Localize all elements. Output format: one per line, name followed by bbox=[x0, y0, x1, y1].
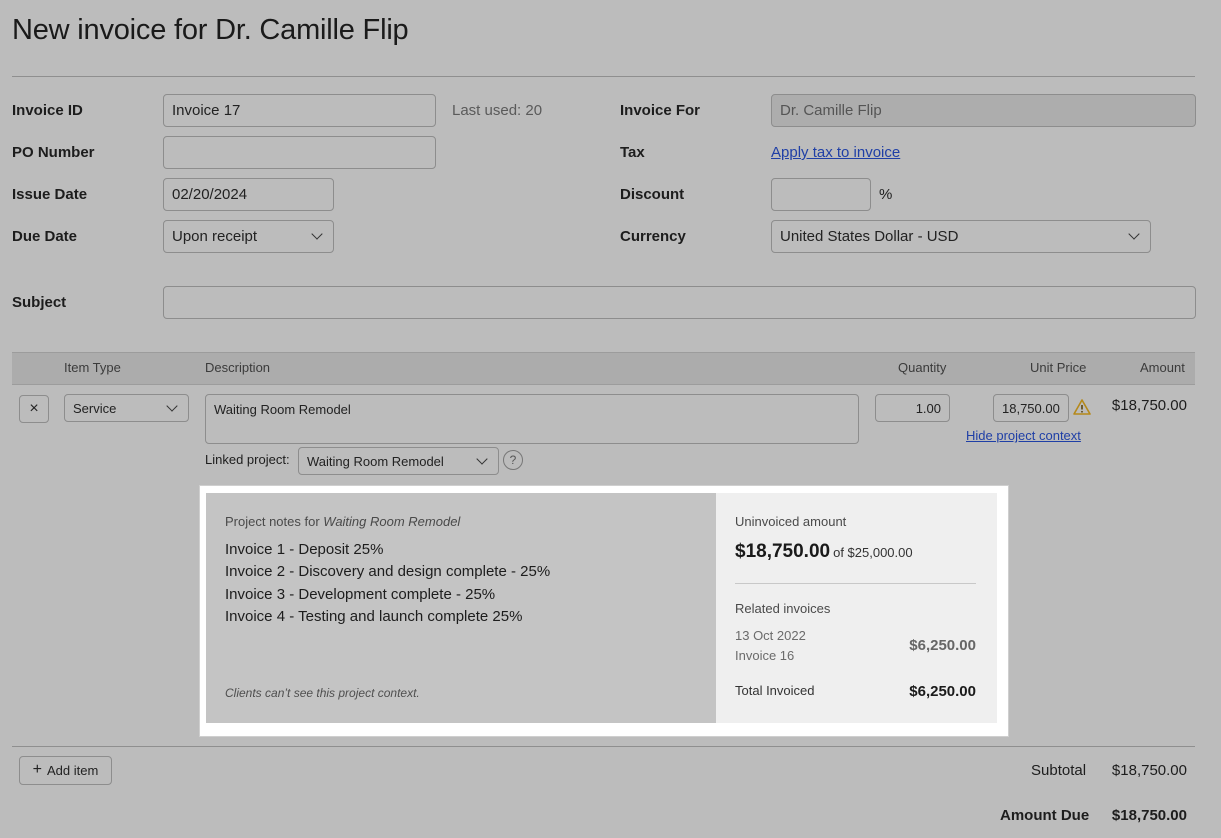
note-line: Invoice 4 - Testing and launch complete … bbox=[225, 608, 523, 625]
invoice-for-value: Dr. Camille Flip bbox=[780, 102, 882, 119]
description-value: Waiting Room Remodel bbox=[214, 402, 351, 417]
uninvoiced-value: $18,750.00 bbox=[735, 541, 831, 562]
header-item-type: Item Type bbox=[64, 360, 121, 375]
table-header bbox=[12, 352, 1195, 385]
description-input[interactable]: Waiting Room Remodel bbox=[205, 394, 859, 444]
header-quantity: Quantity bbox=[898, 360, 947, 375]
note-line: Invoice 3 - Development complete - 25% bbox=[225, 586, 496, 603]
currency-value: United States Dollar - USD bbox=[780, 228, 959, 245]
due-date-label: Due Date bbox=[12, 228, 78, 245]
line-amount: $18,750.00 bbox=[1111, 397, 1187, 414]
subject-label: Subject bbox=[12, 294, 67, 311]
title-divider bbox=[12, 76, 1195, 77]
unit-price-input[interactable]: 18,750.00 bbox=[993, 394, 1069, 422]
due-date-select[interactable]: Upon receipt bbox=[163, 220, 334, 253]
add-item-button[interactable]: + Add item bbox=[19, 756, 112, 785]
chevron-down-icon bbox=[1128, 228, 1140, 240]
chevron-down-icon bbox=[166, 399, 178, 412]
project-notes-project: Waiting Room Remodel bbox=[323, 514, 461, 529]
item-type-value: Service bbox=[73, 400, 117, 416]
related-invoice-date: 13 Oct 2022 bbox=[735, 628, 806, 643]
chevron-down-icon bbox=[476, 452, 488, 465]
note-line: Invoice 1 - Deposit 25% bbox=[225, 541, 384, 558]
invoice-id-value: Invoice 17 bbox=[172, 102, 241, 119]
issue-date-input[interactable]: 02/20/2024 bbox=[163, 178, 334, 211]
subtotal-label: Subtotal bbox=[1031, 762, 1087, 779]
total-invoiced-value: $6,250.00 bbox=[909, 683, 976, 700]
note-line: Invoice 2 - Discovery and design complet… bbox=[225, 563, 551, 580]
linked-project-label: Linked project: bbox=[205, 452, 290, 467]
hide-project-context-link[interactable]: Hide project context bbox=[966, 428, 1081, 443]
chevron-down-icon bbox=[311, 228, 323, 240]
po-number-input[interactable] bbox=[163, 136, 436, 169]
po-number-label: PO Number bbox=[12, 144, 95, 161]
discount-label: Discount bbox=[620, 186, 685, 203]
remove-item-button[interactable]: × bbox=[19, 395, 49, 423]
currency-label: Currency bbox=[620, 228, 686, 245]
due-date-value: Upon receipt bbox=[172, 228, 258, 245]
discount-input[interactable] bbox=[771, 178, 871, 211]
invoice-for-input: Dr. Camille Flip bbox=[771, 94, 1196, 127]
uninvoiced-amount: $18,750.00 of $25,000.00 bbox=[735, 541, 913, 563]
items-divider bbox=[12, 746, 1195, 747]
header-amount: Amount bbox=[1140, 360, 1185, 375]
help-icon[interactable]: ? bbox=[503, 450, 523, 470]
related-invoice-name: Invoice 16 bbox=[735, 648, 795, 663]
context-visibility-note: Clients can’t see this project context. bbox=[225, 686, 420, 700]
invoice-page: New invoice for Dr. Camille Flip Invoice… bbox=[0, 0, 1221, 838]
invoice-for-label: Invoice For bbox=[620, 102, 701, 119]
unit-price-value: 18,750.00 bbox=[1002, 400, 1060, 416]
project-notes-prefix: Project notes for bbox=[225, 514, 320, 529]
project-notes-heading: Project notes for Waiting Room Remodel bbox=[225, 514, 460, 529]
percent-sign: % bbox=[879, 186, 893, 203]
total-invoiced-label: Total Invoiced bbox=[735, 683, 815, 698]
uninvoiced-of: of $25,000.00 bbox=[833, 545, 913, 560]
item-type-select[interactable]: Service bbox=[64, 394, 189, 422]
help-glyph: ? bbox=[509, 453, 517, 467]
header-description: Description bbox=[205, 360, 271, 375]
uninvoiced-divider bbox=[735, 583, 976, 584]
page-title: New invoice for Dr. Camille Flip bbox=[12, 14, 409, 46]
invoice-id-input[interactable]: Invoice 17 bbox=[163, 94, 436, 127]
subtotal-value: $18,750.00 bbox=[1111, 762, 1187, 779]
uninvoiced-label: Uninvoiced amount bbox=[735, 514, 847, 529]
issue-date-label: Issue Date bbox=[12, 186, 88, 203]
add-item-label: Add item bbox=[47, 763, 99, 778]
related-invoice-amount: $6,250.00 bbox=[909, 637, 976, 654]
linked-project-value: Waiting Room Remodel bbox=[307, 453, 444, 469]
amount-due-value: $18,750.00 bbox=[1111, 807, 1187, 824]
quantity-input[interactable]: 1.00 bbox=[875, 394, 950, 422]
last-used-text: Last used: 20 bbox=[452, 102, 543, 119]
warning-icon[interactable] bbox=[1073, 399, 1091, 415]
apply-tax-link[interactable]: Apply tax to invoice bbox=[771, 144, 900, 161]
invoice-id-label: Invoice ID bbox=[12, 102, 83, 119]
subject-input[interactable] bbox=[163, 286, 1196, 319]
quantity-value: 1.00 bbox=[915, 400, 941, 416]
plus-icon: + bbox=[32, 760, 43, 778]
issue-date-value: 02/20/2024 bbox=[172, 186, 248, 203]
header-unit-price: Unit Price bbox=[1030, 360, 1087, 375]
linked-project-select[interactable]: Waiting Room Remodel bbox=[298, 447, 499, 475]
related-invoices-label: Related invoices bbox=[735, 601, 831, 616]
currency-select[interactable]: United States Dollar - USD bbox=[771, 220, 1151, 253]
tax-label: Tax bbox=[620, 144, 645, 161]
close-icon: × bbox=[29, 400, 39, 417]
amount-due-label: Amount Due bbox=[1000, 807, 1090, 824]
